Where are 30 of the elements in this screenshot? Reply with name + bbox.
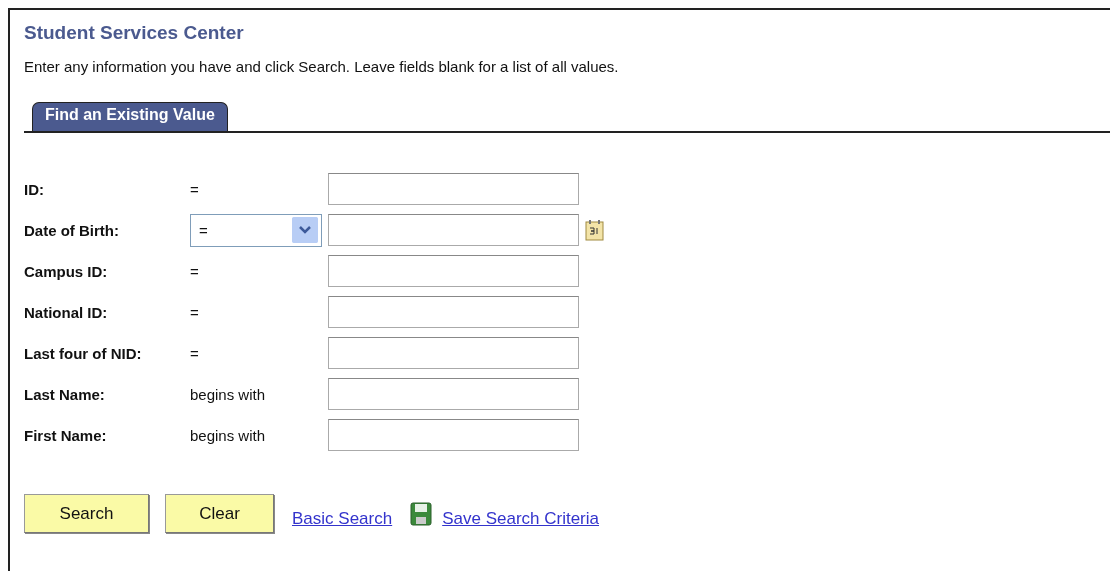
action-button[interactable]: Clear: [165, 494, 274, 533]
field-label: Last four of NID:: [24, 344, 143, 362]
operator-text: =: [190, 344, 200, 362]
link[interactable]: Basic Search: [292, 508, 393, 529]
operator-text: =: [190, 262, 200, 280]
field-label: ID:: [24, 180, 45, 198]
action-button[interactable]: Search: [24, 494, 149, 533]
input-field[interactable]: [328, 214, 579, 246]
field-label: National ID:: [24, 303, 109, 321]
link[interactable]: Save Search Criteria: [442, 508, 599, 529]
operator-dropdown[interactable]: =: [190, 213, 322, 247]
page-title: Student Services Center: [24, 22, 245, 44]
input-field[interactable]: [328, 378, 579, 410]
input-field[interactable]: [328, 337, 579, 369]
tab[interactable]: Find an Existing Value: [32, 102, 228, 131]
instructions: Enter any information you have and click Search. Leave fields blank for a list of all values.: [24, 58, 620, 75]
operator-text: =: [190, 180, 200, 198]
calendar-icon[interactable]: [585, 219, 605, 241]
operator-text: =: [190, 303, 200, 321]
field-label: First Name:: [24, 426, 108, 444]
caret-icon: [292, 217, 318, 243]
input-field[interactable]: [328, 255, 579, 287]
field-label: Last Name:: [24, 385, 106, 403]
input-field[interactable]: [328, 173, 579, 205]
field-label: Campus ID:: [24, 262, 109, 280]
operator-text: begins with: [190, 385, 267, 403]
input-field[interactable]: [328, 296, 579, 328]
operator-text: begins with: [190, 426, 267, 444]
field-label: Date of Birth:: [24, 221, 120, 239]
input-field[interactable]: [328, 419, 579, 451]
